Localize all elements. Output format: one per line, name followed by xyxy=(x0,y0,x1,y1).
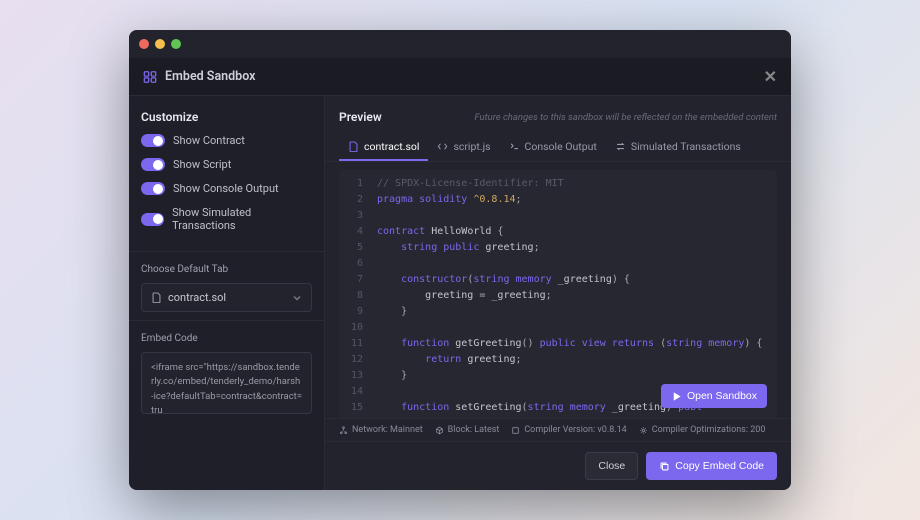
toggle-show-script[interactable] xyxy=(141,158,165,171)
toggle-label: Show Simulated Transactions xyxy=(172,206,312,232)
toggle-show-simulated[interactable] xyxy=(141,213,164,226)
tab-label: Console Output xyxy=(525,140,597,153)
modal-body: Customize Show Contract Show Script Show… xyxy=(129,96,791,490)
open-sandbox-button[interactable]: Open Sandbox xyxy=(661,384,767,408)
toggle-label: Show Contract xyxy=(173,134,245,147)
line-gutter: 1 2 3 4 5 6 7 8 9 10 11 12 13 14 15 xyxy=(339,170,369,418)
status-block: Block: Latest xyxy=(435,425,500,435)
play-icon xyxy=(671,391,682,402)
tab-simulated[interactable]: Simulated Transactions xyxy=(606,134,750,161)
file-icon xyxy=(151,292,162,303)
tab-label: contract.sol xyxy=(364,140,419,153)
default-tab-value: contract.sol xyxy=(168,291,226,304)
chevron-down-icon xyxy=(292,293,302,303)
default-tab-label: Choose Default Tab xyxy=(141,264,312,275)
network-icon xyxy=(339,426,348,435)
cube-icon xyxy=(435,426,444,435)
preview-panel: Preview Future changes to this sandbox w… xyxy=(325,96,791,490)
embed-code-box[interactable]: <iframe src="https://sandbox.tenderly.co… xyxy=(141,352,312,414)
toggle-row-simulated: Show Simulated Transactions xyxy=(141,206,312,232)
embed-icon xyxy=(143,70,157,84)
modal-title: Embed Sandbox xyxy=(165,69,255,84)
customize-heading: Customize xyxy=(141,110,312,124)
status-compiler: Compiler Version: v0.8.14 xyxy=(511,425,626,435)
sidebar: Customize Show Contract Show Script Show… xyxy=(129,96,325,490)
divider xyxy=(129,320,324,321)
toggle-row-console: Show Console Output xyxy=(141,182,312,195)
close-icon[interactable]: ✕ xyxy=(764,67,777,86)
status-optim: Compiler Optimizations: 200 xyxy=(639,425,766,435)
preview-tabs: contract.sol script.js Console Output Si… xyxy=(325,134,791,162)
copy-icon xyxy=(659,461,670,472)
status-network: Network: Mainnet xyxy=(339,425,423,435)
gear-icon xyxy=(639,426,648,435)
compiler-icon xyxy=(511,426,520,435)
toggle-label: Show Console Output xyxy=(173,182,279,195)
titlebar xyxy=(129,30,791,58)
toggle-show-console[interactable] xyxy=(141,182,165,195)
divider xyxy=(129,251,324,252)
preview-header: Preview Future changes to this sandbox w… xyxy=(325,96,791,134)
embed-code-label: Embed Code xyxy=(141,333,312,344)
swap-icon xyxy=(615,141,626,152)
default-tab-select[interactable]: contract.sol xyxy=(141,283,312,312)
tab-contract[interactable]: contract.sol xyxy=(339,134,428,161)
file-icon xyxy=(348,141,359,152)
status-bar: Network: Mainnet Block: Latest Compiler … xyxy=(325,418,791,441)
preview-note: Future changes to this sandbox will be r… xyxy=(475,112,777,123)
traffic-light-min[interactable] xyxy=(155,39,165,49)
code-icon xyxy=(437,141,448,152)
traffic-light-max[interactable] xyxy=(171,39,181,49)
tab-script[interactable]: script.js xyxy=(428,134,499,161)
toggle-row-contract: Show Contract xyxy=(141,134,312,147)
tab-console[interactable]: Console Output xyxy=(500,134,606,161)
modal-footer: Close Copy Embed Code xyxy=(325,441,791,490)
open-sandbox-label: Open Sandbox xyxy=(687,390,757,402)
tab-label: Simulated Transactions xyxy=(631,140,741,153)
toggle-label: Show Script xyxy=(173,158,231,171)
traffic-light-close[interactable] xyxy=(139,39,149,49)
tab-label: script.js xyxy=(453,140,490,153)
modal-header: Embed Sandbox ✕ xyxy=(129,58,791,96)
modal-window: Embed Sandbox ✕ Customize Show Contract … xyxy=(129,30,791,490)
preview-title: Preview xyxy=(339,110,382,124)
code-body: // SPDX-License-Identifier: MIT pragma s… xyxy=(369,170,777,418)
toggle-show-contract[interactable] xyxy=(141,134,165,147)
copy-embed-button[interactable]: Copy Embed Code xyxy=(646,452,777,480)
terminal-icon xyxy=(509,141,520,152)
code-editor[interactable]: 1 2 3 4 5 6 7 8 9 10 11 12 13 14 15 // S… xyxy=(339,170,777,418)
toggle-row-script: Show Script xyxy=(141,158,312,171)
close-button[interactable]: Close xyxy=(585,452,638,480)
